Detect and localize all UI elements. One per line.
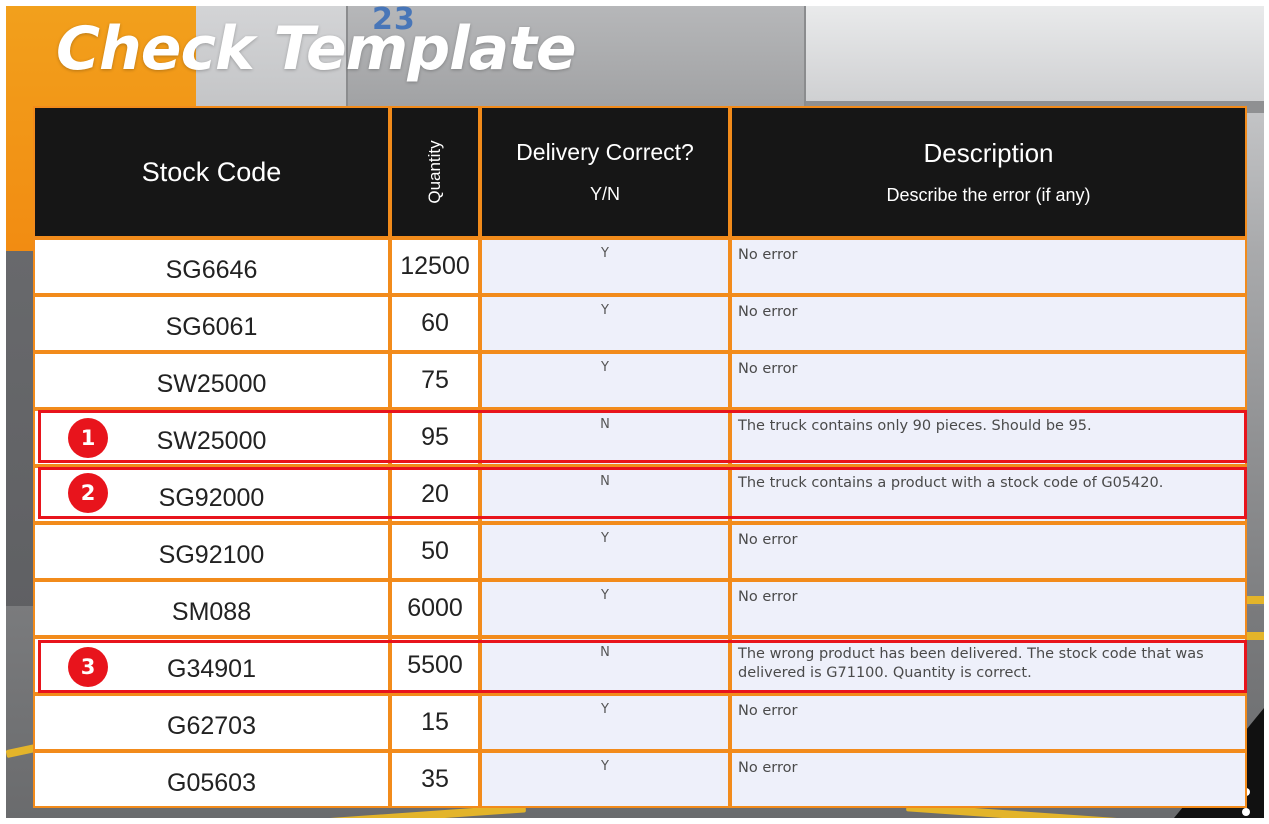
table-row: SG6061 60 Y No error	[33, 295, 1247, 352]
delivery-correct-field[interactable]: N	[480, 466, 730, 523]
error-marker-badge: 3	[68, 647, 108, 687]
stock-code-cell: SG6061	[33, 295, 390, 352]
quantity-cell: 6000	[390, 580, 480, 637]
check-template-table: Stock Code Quantity Delivery Correct? Y/…	[33, 106, 1247, 808]
error-marker-badge: 1	[68, 418, 108, 458]
table-row: SW25000 75 Y No error	[33, 352, 1247, 409]
description-field[interactable]: No error	[730, 580, 1247, 637]
stock-code-cell: SG6646	[33, 238, 390, 295]
stock-code-cell: SM088	[33, 580, 390, 637]
stock-code-cell: SG92100	[33, 523, 390, 580]
page-title: Check Template	[56, 14, 577, 84]
header-quantity-label: Quantity	[425, 140, 444, 204]
quantity-cell: 12500	[390, 238, 480, 295]
description-field[interactable]: No error	[730, 352, 1247, 409]
delivery-correct-field[interactable]: Y	[480, 352, 730, 409]
header-delivery-sublabel: Y/N	[589, 184, 620, 204]
table-row: SG6646 12500 Y No error	[33, 238, 1247, 295]
delivery-correct-field[interactable]: N	[480, 409, 730, 466]
header-delivery-correct: Delivery Correct? Y/N	[480, 106, 730, 238]
delivery-correct-field[interactable]: Y	[480, 238, 730, 295]
table-row: SG92100 50 Y No error	[33, 523, 1247, 580]
table-row: G05603 35 Y No error	[33, 751, 1247, 808]
quantity-cell: 5500	[390, 637, 480, 694]
table-row: SW25000 95 N The truck contains only 90 …	[33, 409, 1247, 466]
header-stock-code: Stock Code	[33, 106, 390, 238]
header-stock-code-label: Stock Code	[141, 156, 282, 187]
delivery-correct-field[interactable]: Y	[480, 751, 730, 808]
delivery-correct-field[interactable]: Y	[480, 580, 730, 637]
stock-code-cell: G05603	[33, 751, 390, 808]
table-row: SM088 6000 Y No error	[33, 580, 1247, 637]
description-field[interactable]: No error	[730, 694, 1247, 751]
stock-code-cell: SW25000	[33, 352, 390, 409]
header-row: Stock Code Quantity Delivery Correct? Y/…	[33, 106, 1247, 238]
table-row: SG92000 20 N The truck contains a produc…	[33, 466, 1247, 523]
header-quantity: Quantity	[390, 106, 480, 238]
header-delivery-label: Delivery Correct?	[516, 139, 694, 165]
error-marker-badge: 2	[68, 473, 108, 513]
description-field[interactable]: The truck contains a product with a stoc…	[730, 466, 1247, 523]
description-field[interactable]: The truck contains only 90 pieces. Shoul…	[730, 409, 1247, 466]
stock-code-cell: G62703	[33, 694, 390, 751]
header-description-label: Description	[923, 138, 1054, 168]
canopy	[806, 6, 1264, 101]
description-field[interactable]: No error	[730, 238, 1247, 295]
delivery-correct-field[interactable]: N	[480, 637, 730, 694]
quantity-cell: 60	[390, 295, 480, 352]
description-field[interactable]: The wrong product has been delivered. Th…	[730, 637, 1247, 694]
description-field[interactable]: No error	[730, 523, 1247, 580]
table-row: G62703 15 Y No error	[33, 694, 1247, 751]
menu-dot-icon	[1242, 808, 1250, 816]
quantity-cell: 95	[390, 409, 480, 466]
header-description: Description Describe the error (if any)	[730, 106, 1247, 238]
quantity-cell: 35	[390, 751, 480, 808]
table-row: G34901 5500 N The wrong product has been…	[33, 637, 1247, 694]
floor-stripe	[1244, 632, 1264, 640]
header-description-sublabel: Describe the error (if any)	[886, 185, 1091, 205]
quantity-cell: 50	[390, 523, 480, 580]
description-field[interactable]: No error	[730, 751, 1247, 808]
quantity-cell: 15	[390, 694, 480, 751]
delivery-correct-field[interactable]: Y	[480, 295, 730, 352]
description-field[interactable]: No error	[730, 295, 1247, 352]
quantity-cell: 75	[390, 352, 480, 409]
floor-stripe	[1244, 596, 1264, 604]
delivery-correct-field[interactable]: Y	[480, 523, 730, 580]
delivery-correct-field[interactable]: Y	[480, 694, 730, 751]
quantity-cell: 20	[390, 466, 480, 523]
